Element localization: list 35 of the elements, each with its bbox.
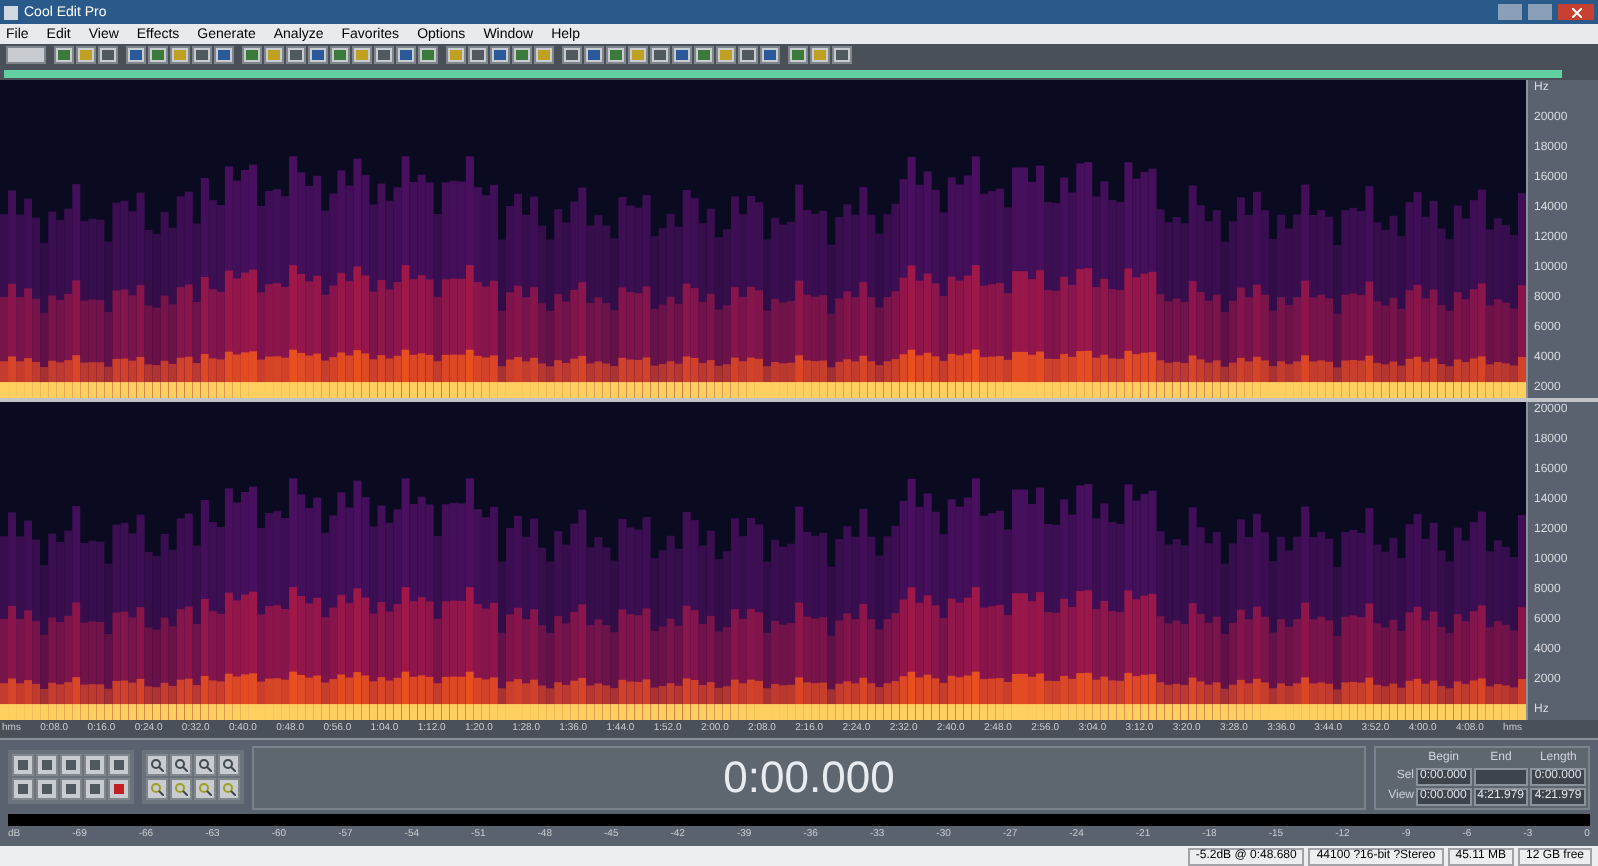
magnifier-icon <box>174 782 188 796</box>
zoom-button[interactable] <box>170 778 192 800</box>
forward-end-button[interactable] <box>84 778 106 800</box>
time-display: 0:00.000 <box>252 745 1366 809</box>
record-button[interactable] <box>108 778 130 800</box>
magnifier-icon <box>198 758 212 772</box>
pause-button[interactable] <box>60 754 82 776</box>
record-icon <box>114 784 124 794</box>
time-field[interactable] <box>1473 767 1529 785</box>
play-button[interactable] <box>36 754 58 776</box>
magnifier-icon <box>222 758 236 772</box>
magnifier-icon <box>174 758 188 772</box>
rewind-start-button[interactable] <box>12 778 34 800</box>
skip-button[interactable] <box>108 754 130 776</box>
magnifier-icon <box>150 782 164 796</box>
close-button[interactable] <box>1558 4 1594 20</box>
zoom-button[interactable] <box>146 778 168 800</box>
close-icon <box>1571 7 1581 17</box>
zoom-button[interactable] <box>218 778 240 800</box>
zoom-button[interactable] <box>146 754 168 776</box>
toolbar-button[interactable] <box>6 46 46 64</box>
zoom-button[interactable] <box>170 754 192 776</box>
magnifier-icon <box>150 758 164 772</box>
stop-button[interactable] <box>12 754 34 776</box>
rewind-button[interactable] <box>36 778 58 800</box>
zoom-button[interactable] <box>218 754 240 776</box>
app-icon <box>4 5 18 19</box>
forward-button[interactable] <box>60 778 82 800</box>
stop-icon <box>18 760 28 770</box>
overview-bar[interactable] <box>4 69 1562 77</box>
zoom-button[interactable] <box>194 778 216 800</box>
loop-button[interactable] <box>84 754 106 776</box>
magnifier-icon <box>222 782 236 796</box>
zoom-button[interactable] <box>194 754 216 776</box>
magnifier-icon <box>198 782 212 796</box>
